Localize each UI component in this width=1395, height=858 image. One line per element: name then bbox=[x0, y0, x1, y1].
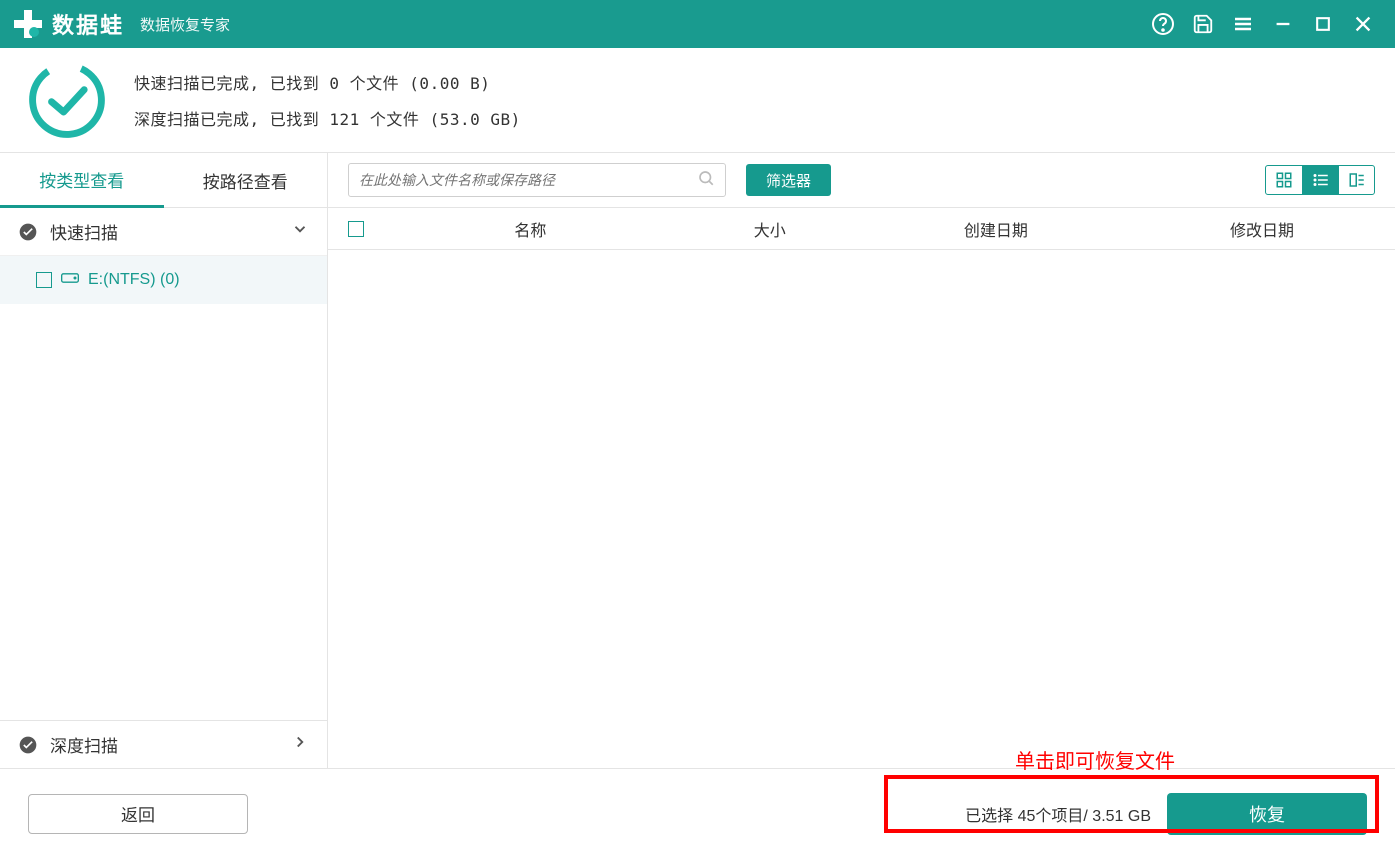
save-icon[interactable] bbox=[1183, 0, 1223, 48]
table-header: 名称 大小 创建日期 修改日期 bbox=[328, 208, 1395, 250]
check-circle-icon bbox=[18, 735, 38, 755]
recover-button[interactable]: 恢复 bbox=[1167, 793, 1367, 835]
view-detail-icon[interactable] bbox=[1338, 166, 1374, 194]
search-input[interactable] bbox=[359, 172, 697, 188]
app-name: 数据蛙 bbox=[52, 8, 124, 40]
footer: 返回 已选择 45个项目/ 3.51 GB 恢复 bbox=[0, 768, 1395, 858]
sidebar-item-drive-e[interactable]: E:(NTFS) (0) bbox=[0, 256, 327, 304]
view-list-icon[interactable] bbox=[1302, 166, 1338, 194]
selection-summary: 已选择 45个项目/ 3.51 GB bbox=[965, 802, 1151, 826]
scan-status-strip: 快速扫描已完成, 已找到 0 个文件 (0.00 B) 深度扫描已完成, 已找到… bbox=[0, 48, 1395, 153]
titlebar: 数据蛙 数据恢复专家 bbox=[0, 0, 1395, 48]
column-size[interactable]: 大小 bbox=[677, 217, 863, 241]
menu-icon[interactable] bbox=[1223, 0, 1263, 48]
column-created[interactable]: 创建日期 bbox=[863, 217, 1129, 241]
sidebar-item-label: 深度扫描 bbox=[50, 732, 118, 757]
app-subtitle: 数据恢复专家 bbox=[140, 14, 230, 35]
sidebar: 按类型查看 按路径查看 快速扫描 E:(NTFS) ( bbox=[0, 153, 328, 768]
back-button[interactable]: 返回 bbox=[28, 794, 248, 834]
view-switch bbox=[1265, 165, 1375, 195]
check-circle-icon bbox=[18, 222, 38, 242]
annotation-text: 单击即可恢复文件 bbox=[1015, 745, 1175, 774]
column-modified[interactable]: 修改日期 bbox=[1129, 217, 1395, 241]
tab-by-type[interactable]: 按类型查看 bbox=[0, 153, 164, 208]
sidebar-item-label: 快速扫描 bbox=[50, 219, 118, 244]
table-body bbox=[328, 250, 1395, 768]
filter-button[interactable]: 筛选器 bbox=[746, 164, 831, 196]
help-icon[interactable] bbox=[1143, 0, 1183, 48]
drive-icon bbox=[60, 270, 80, 291]
tab-by-path[interactable]: 按路径查看 bbox=[164, 153, 328, 208]
maximize-icon[interactable] bbox=[1303, 0, 1343, 48]
app-logo-icon bbox=[12, 8, 44, 40]
chevron-down-icon bbox=[291, 220, 309, 243]
quick-scan-status: 快速扫描已完成, 已找到 0 个文件 (0.00 B) bbox=[134, 70, 521, 94]
minimize-icon[interactable] bbox=[1263, 0, 1303, 48]
search-icon[interactable] bbox=[697, 169, 715, 192]
column-name[interactable]: 名称 bbox=[384, 217, 677, 241]
search-field-wrap bbox=[348, 163, 726, 197]
deep-scan-status: 深度扫描已完成, 已找到 121 个文件 (53.0 GB) bbox=[134, 106, 521, 130]
chevron-right-icon bbox=[291, 733, 309, 756]
select-all-checkbox[interactable] bbox=[348, 221, 364, 237]
toolbar: 筛选器 bbox=[328, 153, 1395, 208]
status-check-icon bbox=[24, 57, 110, 143]
sidebar-item-quick-scan[interactable]: 快速扫描 bbox=[0, 208, 327, 256]
view-grid-icon[interactable] bbox=[1266, 166, 1302, 194]
logo: 数据蛙 bbox=[12, 8, 124, 40]
sidebar-item-label: E:(NTFS) (0) bbox=[88, 271, 180, 289]
close-icon[interactable] bbox=[1343, 0, 1383, 48]
sidebar-item-deep-scan[interactable]: 深度扫描 bbox=[0, 720, 327, 768]
content-pane: 筛选器 bbox=[328, 153, 1395, 768]
checkbox-icon[interactable] bbox=[36, 272, 52, 288]
